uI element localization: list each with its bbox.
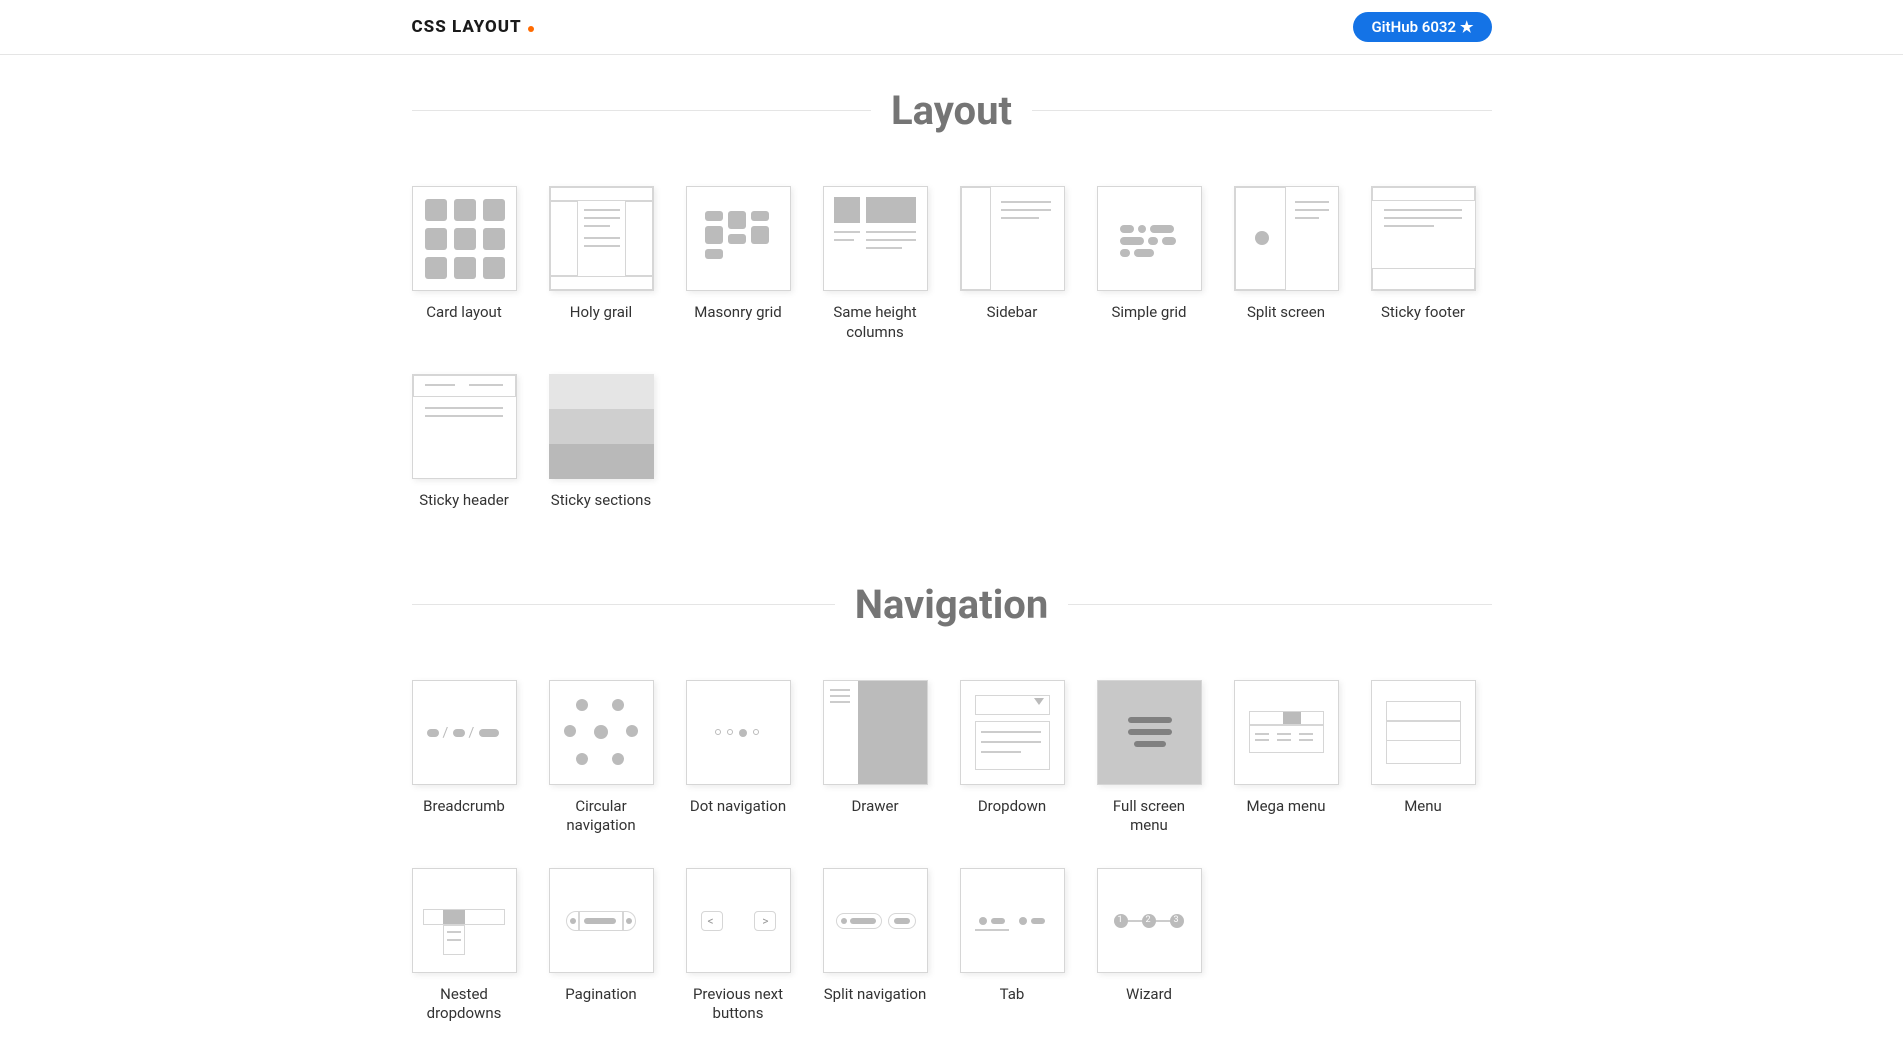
pattern-sticky-footer[interactable]: Sticky footer [1371,186,1476,342]
thumb-icon [549,868,654,973]
site-header: CSS LAYOUT GitHub 6032★ [0,0,1903,55]
logo[interactable]: CSS LAYOUT [412,17,534,37]
pattern-sidebar[interactable]: Sidebar [960,186,1065,342]
section-title: Layout [891,87,1012,134]
section-header-layout: Layout [412,87,1492,134]
pattern-label: Sticky footer [1371,303,1476,323]
pattern-label: Sticky sections [549,491,654,511]
pattern-card-layout[interactable]: Card layout [412,186,517,342]
thumb-icon: 1 2 3 [1097,868,1202,973]
pattern-tab[interactable]: Tab [960,868,1065,1024]
pattern-label: Dot navigation [686,797,791,817]
pattern-label: Card layout [412,303,517,323]
thumb-icon [960,868,1065,973]
thumb-icon [823,868,928,973]
pattern-sticky-header[interactable]: Sticky header [412,374,517,511]
pattern-label: Sticky header [412,491,517,511]
thumb-icon [823,186,928,291]
thumb-icon [412,374,517,479]
pattern-dropdown[interactable]: Dropdown [960,680,1065,836]
thumb-icon [1097,186,1202,291]
github-button[interactable]: GitHub 6032★ [1353,12,1491,42]
pattern-label: Drawer [823,797,928,817]
pattern-label: Circular navigation [549,797,654,836]
star-icon: ★ [1460,18,1473,36]
pattern-label: Full screen menu [1097,797,1202,836]
thumb-icon: < > [686,868,791,973]
pattern-holy-grail[interactable]: Holy grail [549,186,654,342]
pattern-drawer[interactable]: Drawer [823,680,928,836]
thumb-icon [412,868,517,973]
thumb-icon: / / [412,680,517,785]
pattern-nested-dropdowns[interactable]: Nested dropdowns [412,868,517,1024]
section-header-navigation: Navigation [412,581,1492,628]
divider-line [1068,604,1491,605]
pattern-full-screen-menu[interactable]: Full screen menu [1097,680,1202,836]
pattern-split-navigation[interactable]: Split navigation [823,868,928,1024]
pattern-label: Sidebar [960,303,1065,323]
thumb-icon [412,186,517,291]
pattern-dot-navigation[interactable]: Dot navigation [686,680,791,836]
pattern-menu[interactable]: Menu [1371,680,1476,836]
thumb-icon [686,680,791,785]
thumb-icon [1234,680,1339,785]
pattern-label: Dropdown [960,797,1065,817]
pattern-label: Tab [960,985,1065,1005]
thumb-icon [960,680,1065,785]
pattern-label: Mega menu [1234,797,1339,817]
pattern-circular-navigation[interactable]: Circular navigation [549,680,654,836]
pattern-split-screen[interactable]: Split screen [1234,186,1339,342]
pattern-sticky-sections[interactable]: Sticky sections [549,374,654,511]
pattern-label: Simple grid [1097,303,1202,323]
pattern-wizard[interactable]: 1 2 3 Wizard [1097,868,1202,1024]
thumb-icon [1234,186,1339,291]
section-title: Navigation [855,581,1049,628]
thumb-icon [549,374,654,479]
logo-dot-icon [528,26,534,32]
pattern-label: Pagination [549,985,654,1005]
pattern-label: Menu [1371,797,1476,817]
pattern-simple-grid[interactable]: Simple grid [1097,186,1202,342]
pattern-label: Previous next buttons [686,985,791,1024]
pattern-masonry-grid[interactable]: Masonry grid [686,186,791,342]
pattern-label: Nested dropdowns [412,985,517,1024]
thumb-icon [1371,186,1476,291]
pattern-label: Holy grail [549,303,654,323]
pattern-label: Split screen [1234,303,1339,323]
pattern-label: Same height columns [823,303,928,342]
pattern-label: Split navigation [823,985,928,1005]
divider-line [412,604,835,605]
navigation-grid: / / Breadcrumb Circular navigation [412,680,1492,1024]
thumb-icon [1371,680,1476,785]
divider-line [412,110,871,111]
thumb-icon [960,186,1065,291]
pattern-same-height-columns[interactable]: Same height columns [823,186,928,342]
thumb-icon [549,186,654,291]
pattern-label: Masonry grid [686,303,791,323]
pattern-label: Wizard [1097,985,1202,1005]
layout-grid: Card layout Holy grail [412,186,1492,511]
pattern-breadcrumb[interactable]: / / Breadcrumb [412,680,517,836]
pattern-mega-menu[interactable]: Mega menu [1234,680,1339,836]
pattern-previous-next-buttons[interactable]: < > Previous next buttons [686,868,791,1024]
thumb-icon [1097,680,1202,785]
thumb-icon [823,680,928,785]
pattern-label: Breadcrumb [412,797,517,817]
thumb-icon [686,186,791,291]
divider-line [1032,110,1491,111]
github-label: GitHub 6032 [1371,18,1456,36]
pattern-pagination[interactable]: Pagination [549,868,654,1024]
thumb-icon [549,680,654,785]
logo-text: CSS LAYOUT [412,17,522,37]
